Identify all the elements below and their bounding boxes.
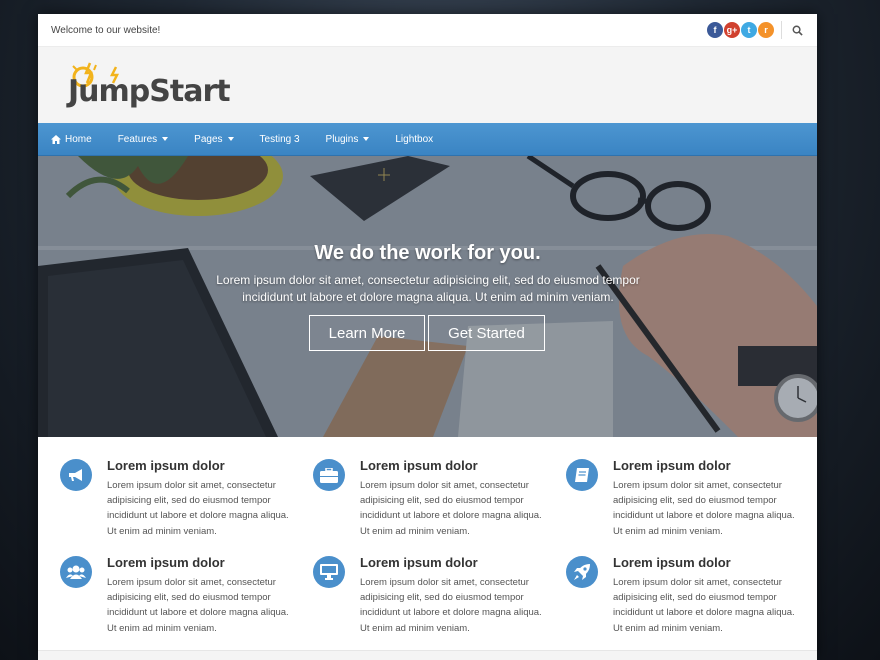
nav-label-features: Features — [117, 133, 158, 145]
feature-title: Lorem ipsum dolor — [360, 458, 478, 473]
nav-label-pages: Pages — [194, 133, 223, 145]
google-plus-icon[interactable]: g+ — [724, 22, 740, 38]
home-icon — [51, 134, 61, 144]
main-nav: Home Features Pages Testing 3 Plugins Li… — [38, 123, 817, 156]
nav-item-lightbox[interactable]: Lightbox — [395, 134, 433, 145]
feature-title: Lorem ipsum dolor — [613, 458, 731, 473]
website-frame: Welcome to our website! f g+ t r JumpSta… — [38, 14, 817, 660]
megaphone-icon — [60, 459, 92, 491]
top-bar: Welcome to our website! f g+ t r — [38, 14, 817, 47]
facebook-icon[interactable]: f — [707, 22, 723, 38]
feature-title: Lorem ipsum dolor — [107, 555, 225, 570]
nav-item-features[interactable]: Features — [117, 133, 169, 145]
feature-item: Lorem ipsum dolor Lorem ipsum dolor sit … — [60, 555, 300, 646]
feature-title: Lorem ipsum dolor — [613, 555, 731, 570]
feature-text: Lorem ipsum dolor sit amet, consectetur … — [613, 480, 795, 537]
features-section: Lorem ipsum dolor Lorem ipsum dolor sit … — [38, 437, 817, 660]
feature-text: Lorem ipsum dolor sit amet, consectetur … — [107, 577, 289, 634]
nav-item-plugins[interactable]: Plugins — [326, 134, 370, 145]
nav-label-home: Home — [65, 133, 92, 145]
feature-text: Lorem ipsum dolor sit amet, consectetur … — [613, 577, 795, 634]
feature-title: Lorem ipsum dolor — [107, 458, 225, 473]
hero-title: We do the work for you. — [314, 242, 541, 264]
desktop-icon — [313, 556, 345, 588]
caret-down-icon — [162, 137, 169, 141]
section-divider — [38, 650, 817, 660]
hero-text: Lorem ipsum dolor sit amet, consectetur … — [216, 273, 640, 304]
book-icon — [566, 459, 598, 491]
feature-item: Lorem ipsum dolor Lorem ipsum dolor sit … — [313, 458, 553, 549]
topbar-divider — [781, 21, 782, 39]
users-icon — [60, 556, 92, 588]
nav-label-lightbox: Lightbox — [395, 133, 434, 145]
nav-label-plugins: Plugins — [325, 133, 359, 145]
hero-banner: We do the work for you. Lorem ipsum dolo… — [38, 156, 817, 437]
topbar-actions: f g+ t r — [707, 21, 804, 39]
social-icons: f g+ t r — [707, 22, 774, 38]
get-started-button[interactable]: Get Started — [428, 315, 545, 351]
feature-item: Lorem ipsum dolor Lorem ipsum dolor sit … — [60, 458, 300, 549]
feature-text: Lorem ipsum dolor sit amet, consectetur … — [360, 577, 542, 634]
briefcase-icon — [313, 459, 345, 491]
learn-more-button[interactable]: Learn More — [309, 315, 425, 351]
caret-down-icon — [227, 137, 234, 141]
nav-label-testing-3: Testing 3 — [259, 133, 300, 145]
feature-item: Lorem ipsum dolor Lorem ipsum dolor sit … — [566, 458, 806, 549]
feature-title: Lorem ipsum dolor — [360, 555, 478, 570]
search-icon[interactable] — [790, 23, 804, 37]
site-header: JumpStart — [38, 47, 817, 123]
feature-text: Lorem ipsum dolor sit amet, consectetur … — [360, 480, 542, 537]
rocket-icon — [566, 556, 598, 588]
rss-icon[interactable]: r — [758, 22, 774, 38]
twitter-icon[interactable]: t — [741, 22, 757, 38]
caret-down-icon — [363, 137, 370, 141]
site-logo[interactable]: JumpStart — [68, 74, 231, 109]
nav-item-testing-3[interactable]: Testing 3 — [260, 134, 300, 145]
nav-item-pages[interactable]: Pages — [194, 133, 234, 145]
welcome-text: Welcome to our website! — [51, 24, 161, 36]
feature-item: Lorem ipsum dolor Lorem ipsum dolor sit … — [313, 555, 553, 646]
feature-item: Lorem ipsum dolor Lorem ipsum dolor sit … — [566, 555, 806, 646]
nav-item-home[interactable]: Home — [51, 134, 92, 145]
feature-text: Lorem ipsum dolor sit amet, consectetur … — [107, 480, 289, 537]
